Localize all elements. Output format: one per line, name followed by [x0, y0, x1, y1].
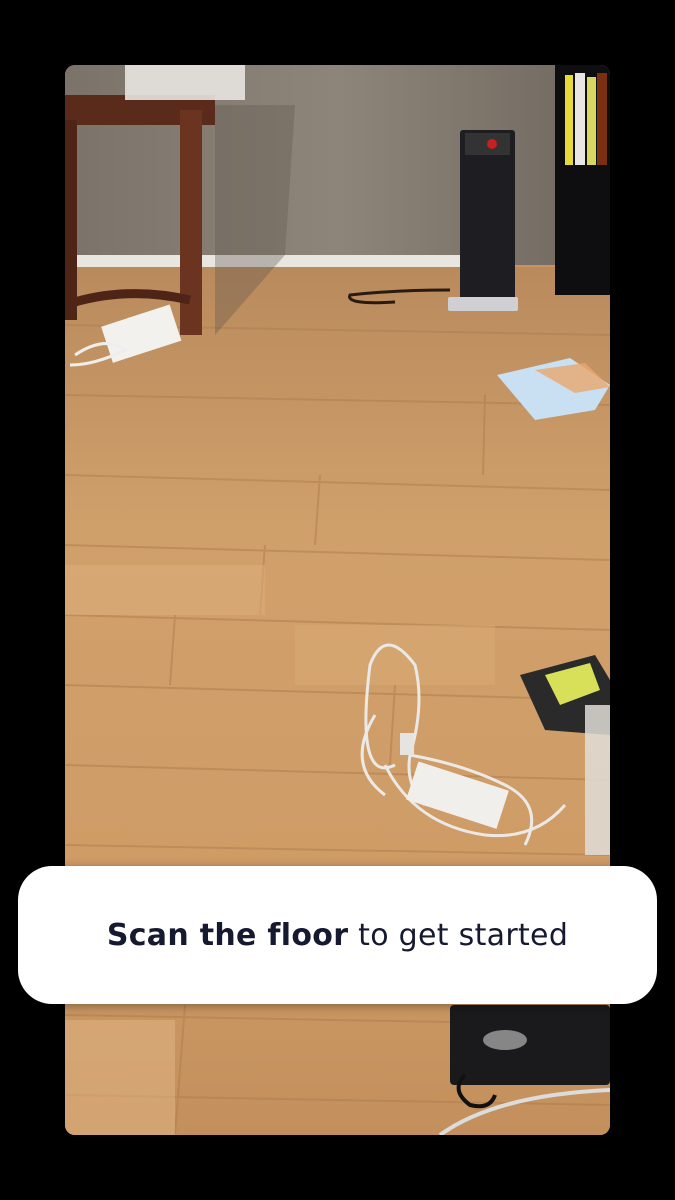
scan-prompt-rest: to get started	[348, 917, 569, 953]
ar-scan-screen: Scan the floor to get started	[0, 0, 675, 1200]
scan-prompt-bold: Scan the floor	[106, 917, 349, 953]
scan-prompt-text: Scan the floor to get started	[107, 918, 568, 953]
bookshelf	[555, 65, 610, 295]
scan-prompt-card: Scan the floor to get started	[18, 866, 657, 1004]
